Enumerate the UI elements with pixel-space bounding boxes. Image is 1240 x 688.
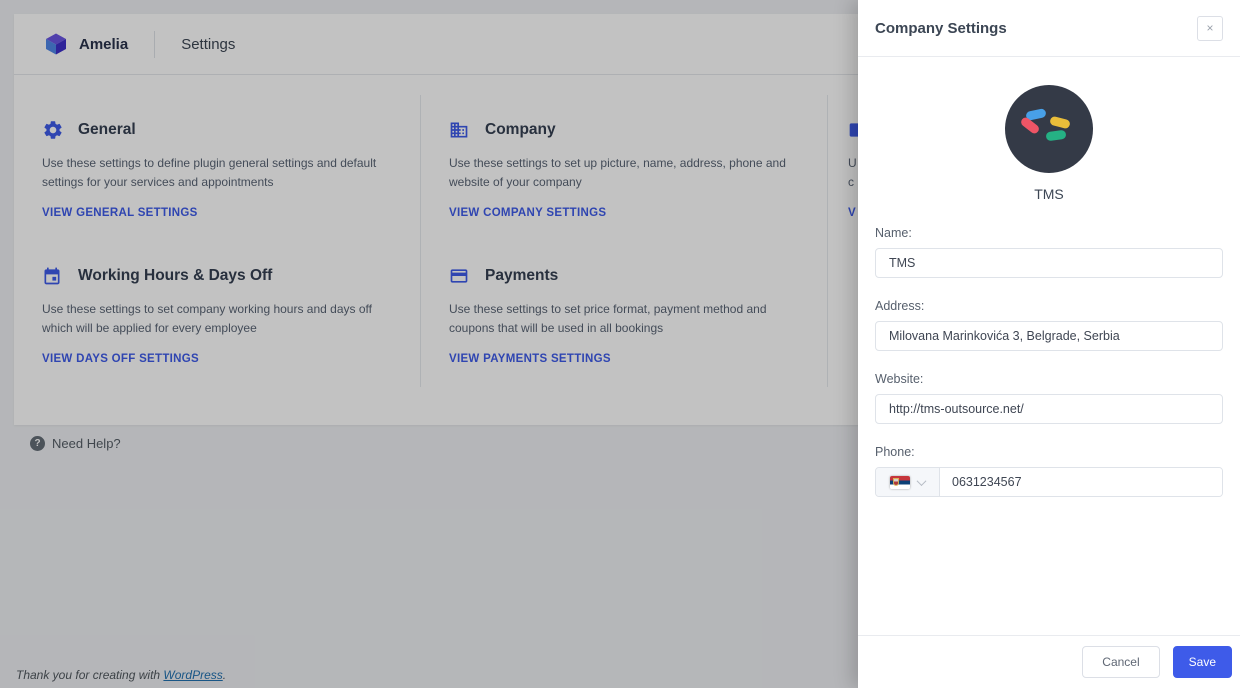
phone-input-row	[875, 467, 1223, 497]
website-field-group: Website:	[875, 372, 1223, 424]
logo-pill-green	[1045, 130, 1066, 142]
company-settings-drawer: Company Settings × TMS Name: Address: We…	[858, 0, 1240, 688]
website-label: Website:	[875, 372, 1223, 386]
address-label: Address:	[875, 299, 1223, 313]
serbia-flag-icon	[890, 476, 910, 489]
company-name-display: TMS	[875, 186, 1223, 202]
name-field[interactable]	[875, 248, 1223, 278]
cancel-button[interactable]: Cancel	[1082, 646, 1159, 678]
close-icon[interactable]: ×	[1197, 16, 1223, 41]
phone-field[interactable]	[940, 468, 1222, 496]
drawer-footer: Cancel Save	[858, 635, 1240, 688]
serbia-flag-emblem	[894, 479, 898, 485]
phone-field-group: Phone:	[875, 445, 1223, 497]
company-logo-section: TMS	[875, 85, 1223, 202]
address-field[interactable]	[875, 321, 1223, 351]
website-field[interactable]	[875, 394, 1223, 424]
chevron-down-icon	[917, 476, 927, 486]
drawer-header: Company Settings ×	[858, 0, 1240, 57]
save-button[interactable]: Save	[1173, 646, 1232, 678]
phone-country-select[interactable]	[876, 468, 940, 496]
address-field-group: Address:	[875, 299, 1223, 351]
phone-label: Phone:	[875, 445, 1223, 459]
logo-pill-yellow	[1049, 116, 1071, 130]
drawer-title: Company Settings	[875, 20, 1007, 37]
name-label: Name:	[875, 226, 1223, 240]
drawer-body: TMS Name: Address: Website: Phone:	[858, 57, 1240, 635]
company-logo-avatar[interactable]	[1005, 85, 1093, 173]
name-field-group: Name:	[875, 226, 1223, 278]
